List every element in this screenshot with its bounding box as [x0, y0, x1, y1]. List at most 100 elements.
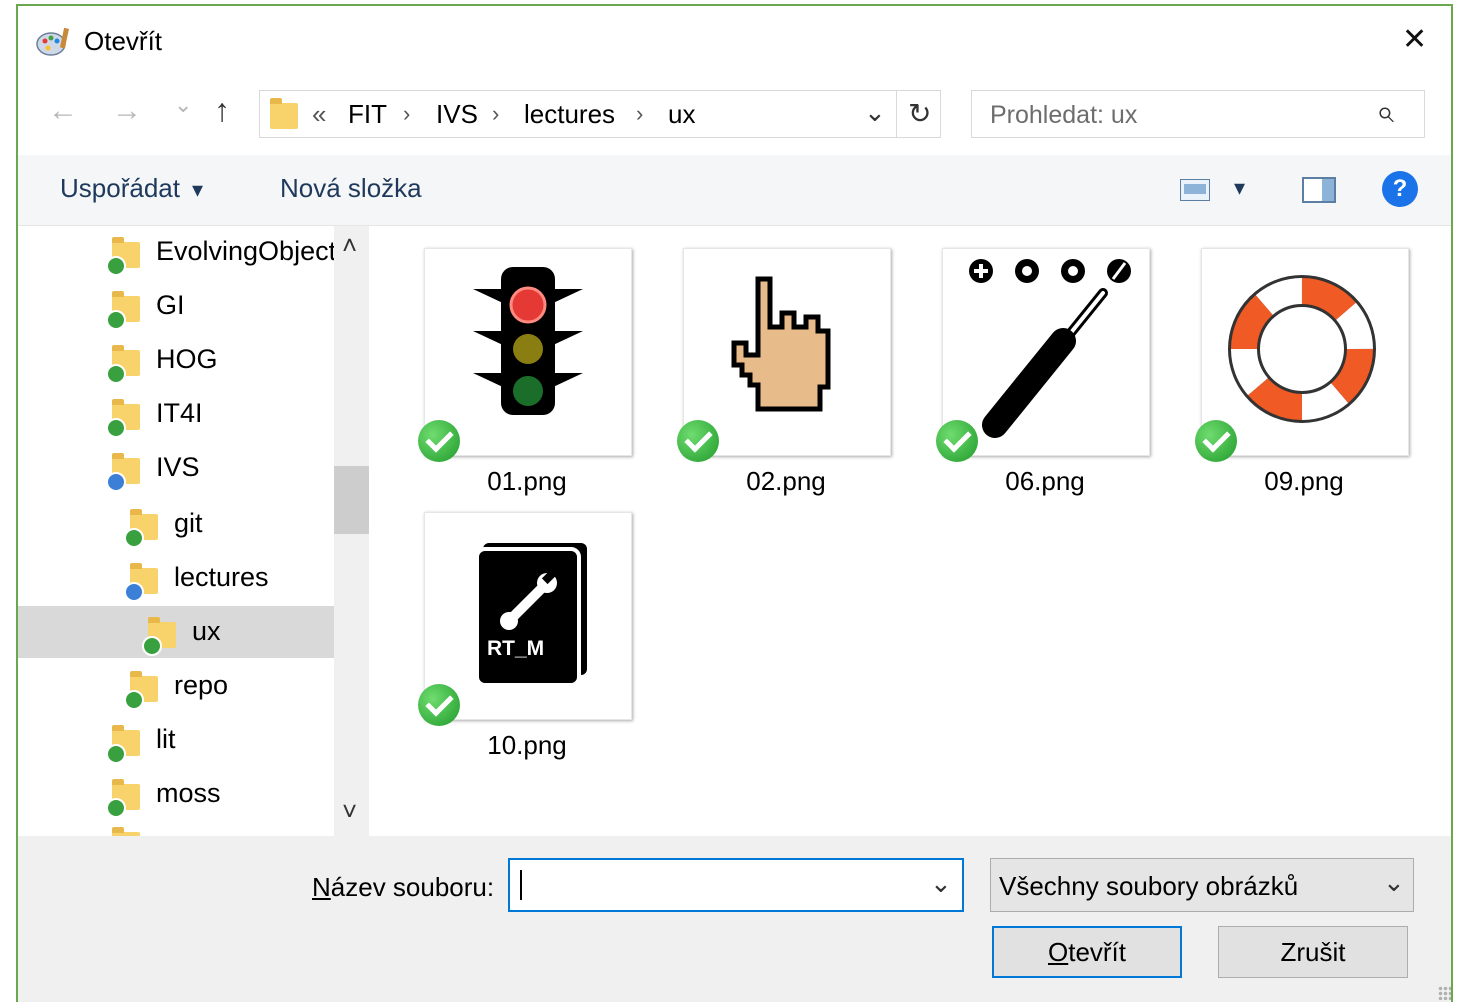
tree-item-label: ux [192, 616, 221, 646]
filename-label-text: ázev souboru: [330, 872, 495, 902]
open-file-dialog: Otevřít ✕ ← → ⌄ ↑ « FIT › IVS › lectures… [16, 4, 1453, 1002]
tree-scrollbar[interactable]: ˄ ˅ [334, 226, 369, 836]
up-arrow-icon[interactable]: ↑ [214, 92, 230, 129]
file-tile-10[interactable]: RT_M [424, 512, 632, 720]
file-tile-06[interactable] [942, 248, 1150, 456]
preview-pane-icon[interactable] [1302, 177, 1336, 203]
file-name[interactable]: 09.png [1201, 466, 1407, 497]
chevron-down-icon[interactable]: ⌄ [1383, 867, 1405, 898]
new-folder-button[interactable]: Nová složka [280, 173, 422, 204]
sync-ok-icon [677, 420, 719, 462]
resize-grip-icon[interactable] [1438, 986, 1451, 1000]
file-tile-09[interactable] [1201, 248, 1409, 456]
cancel-button[interactable]: Zrušit [1218, 926, 1408, 978]
view-options-dropdown-icon[interactable]: ▾ [1234, 175, 1245, 201]
search-box[interactable]: Prohledat: ux ⌕ [971, 90, 1425, 138]
sync-ok-icon [106, 256, 126, 276]
file-type-value: Všechny soubory obrázků [999, 871, 1299, 901]
tree-item-repo[interactable]: repo [18, 660, 334, 712]
forward-arrow-icon[interactable]: → [112, 94, 142, 128]
book-label: RT_M [487, 637, 545, 660]
tree-item-ux[interactable]: ux [18, 606, 334, 658]
filename-input[interactable]: ⌄ [508, 858, 964, 912]
search-icon[interactable]: ⌕ [1376, 93, 1394, 131]
tree-item-moss[interactable]: moss [18, 768, 334, 820]
app-icon [36, 27, 70, 56]
tree-item-label: IVS [156, 452, 200, 482]
tree-item-label: lit [156, 724, 176, 754]
tree-item-label: moss [156, 778, 221, 808]
sync-ok-icon [106, 418, 126, 438]
scroll-down-icon[interactable]: ˅ [342, 796, 357, 827]
tree-item-label: EvolvingObject [156, 236, 337, 266]
text-cursor [520, 870, 522, 900]
screwdriver-icon [969, 259, 1131, 438]
open-button[interactable]: Otevřít [992, 926, 1182, 978]
chevron-right-icon[interactable]: › [492, 101, 499, 127]
organize-button[interactable]: Uspořádat [60, 173, 180, 204]
tree-item-label: repo [174, 670, 229, 700]
sync-ok-icon [1195, 420, 1237, 462]
breadcrumb-lectures[interactable]: lectures [524, 99, 615, 130]
file-type-select[interactable]: Všechny soubory obrázků ⌄ [990, 858, 1414, 912]
tree-item-evolvingobject[interactable]: EvolvingObject [18, 226, 337, 278]
help-icon[interactable]: ? [1382, 171, 1418, 207]
manual-book-icon [475, 543, 587, 687]
sync-ok-icon [418, 684, 460, 726]
tree-item-lectures[interactable]: lectures [18, 552, 334, 604]
tree-item-hog[interactable]: HOG [18, 334, 334, 386]
file-tile-01[interactable] [424, 248, 632, 456]
syncing-icon [124, 582, 144, 602]
tree-item-it4i[interactable]: IT4I [18, 388, 334, 440]
tree-item-lit[interactable]: lit [18, 714, 334, 766]
file-name[interactable]: 01.png [424, 466, 630, 497]
filename-label: Název souboru: [312, 872, 494, 903]
overflow-icon[interactable]: « [312, 99, 326, 130]
sync-ok-icon [106, 798, 126, 818]
sync-ok-icon [418, 420, 460, 462]
syncing-icon [106, 472, 126, 492]
breadcrumb-ux[interactable]: ux [668, 99, 695, 130]
dialog-footer: Název souboru: ⌄ Všechny soubory obrázků… [18, 836, 1451, 1002]
back-arrow-icon[interactable]: ← [48, 94, 78, 128]
close-icon[interactable]: ✕ [1402, 22, 1427, 57]
tree-item-ivs[interactable]: IVS [18, 442, 334, 494]
window-title: Otevřít [84, 26, 163, 56]
file-list: 01.png 02.png 06.png 09.png RT_M 10.png [369, 226, 1451, 836]
open-accelerator: O [1047, 937, 1069, 967]
open-label: tevřít [1068, 937, 1127, 967]
tree-item-label: IT4I [156, 398, 203, 428]
tree-item-label: lectures [174, 562, 269, 592]
change-view-icon[interactable] [1180, 179, 1210, 201]
file-name[interactable]: 06.png [942, 466, 1148, 497]
tree-item-label: HOG [156, 344, 218, 374]
lifebuoy-icon [1228, 275, 1376, 423]
sync-ok-icon [106, 364, 126, 384]
sync-ok-icon [142, 636, 162, 656]
address-bar[interactable]: « FIT › IVS › lectures › ux ⌄ ↻ [259, 90, 941, 138]
sync-ok-icon [936, 420, 978, 462]
file-tile-02[interactable] [683, 248, 891, 456]
file-name[interactable]: 02.png [683, 466, 889, 497]
chevron-right-icon[interactable]: › [403, 101, 410, 127]
sync-ok-icon [124, 690, 144, 710]
tree-item-gi[interactable]: GI [18, 280, 334, 332]
chevron-down-icon[interactable]: ⌄ [930, 868, 952, 899]
command-bar: Uspořádat ▾ Nová složka ▾ ? [18, 155, 1451, 226]
chevron-right-icon[interactable]: › [636, 101, 643, 127]
folder-icon [270, 98, 298, 129]
refresh-icon[interactable]: ↻ [908, 97, 931, 130]
organize-dropdown-icon[interactable]: ▾ [192, 177, 203, 203]
breadcrumb-fit[interactable]: FIT [348, 99, 387, 130]
scroll-up-icon[interactable]: ˄ [342, 230, 357, 261]
search-input[interactable]: Prohledat: ux [990, 101, 1137, 130]
sync-ok-icon [124, 528, 144, 548]
file-name[interactable]: 10.png [424, 730, 630, 761]
tree-item-git[interactable]: git [18, 498, 334, 550]
breadcrumb-ivs[interactable]: IVS [436, 99, 478, 130]
sync-ok-icon [106, 310, 126, 330]
chevron-down-icon[interactable]: ⌄ [864, 97, 886, 128]
recent-locations-icon[interactable]: ⌄ [174, 92, 192, 118]
address-divider [896, 91, 897, 137]
scroll-thumb[interactable] [334, 466, 369, 534]
